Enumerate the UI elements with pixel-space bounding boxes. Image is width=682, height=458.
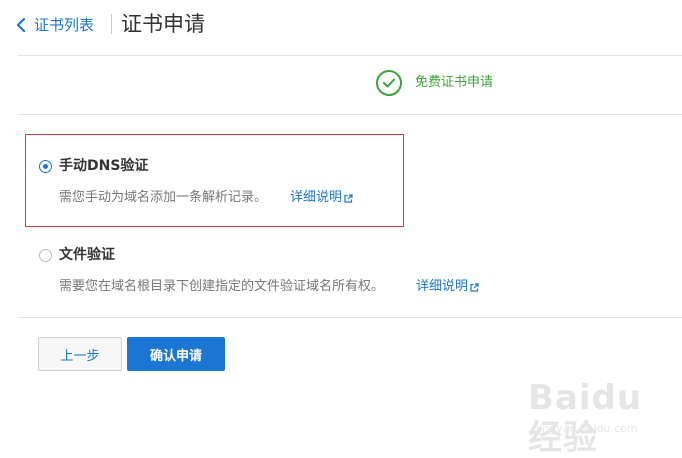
prev-button[interactable]: 上一步 <box>38 337 122 371</box>
watermark-brand: Baidu 经验 <box>528 378 643 458</box>
option-dns-detail-link[interactable]: 详细说明 <box>290 189 353 207</box>
external-link-icon <box>470 282 479 292</box>
option-dns-label[interactable]: 手动DNS验证 <box>59 156 148 176</box>
chevron-left-icon <box>16 18 26 32</box>
option-dns-description: 需您手动为域名添加一条解析记录。 <box>59 190 268 205</box>
option-file-detail-link-label: 详细说明 <box>416 279 469 294</box>
baidu-jingyan-watermark: Baidu 经验 jingyan.baidu.com <box>528 372 668 458</box>
page-title: 证书申请 <box>121 12 205 36</box>
radio-file[interactable] <box>39 249 52 262</box>
confirm-button[interactable]: 确认申请 <box>127 337 225 371</box>
step-label: 免费证书申请 <box>415 75 494 90</box>
option-file-detail-link[interactable]: 详细说明 <box>416 278 479 296</box>
divider-middle <box>18 114 682 115</box>
watermark-sub: jingyan.baidu.com <box>536 422 638 435</box>
option-file-description: 需要您在域名根目录下创建指定的文件验证域名所有权。 <box>59 279 385 294</box>
back-link[interactable]: 证书列表 <box>16 12 94 38</box>
option-dns-highlight <box>25 134 404 227</box>
radio-dns[interactable] <box>39 160 52 173</box>
external-link-icon <box>344 193 353 203</box>
back-link-label: 证书列表 <box>34 16 95 34</box>
option-file-label[interactable]: 文件验证 <box>59 245 115 265</box>
option-dns-detail-link-label: 详细说明 <box>290 190 343 205</box>
header-divider <box>111 14 112 34</box>
check-circle-icon <box>376 70 402 96</box>
divider-bottom <box>18 317 682 318</box>
divider-top <box>18 55 682 56</box>
